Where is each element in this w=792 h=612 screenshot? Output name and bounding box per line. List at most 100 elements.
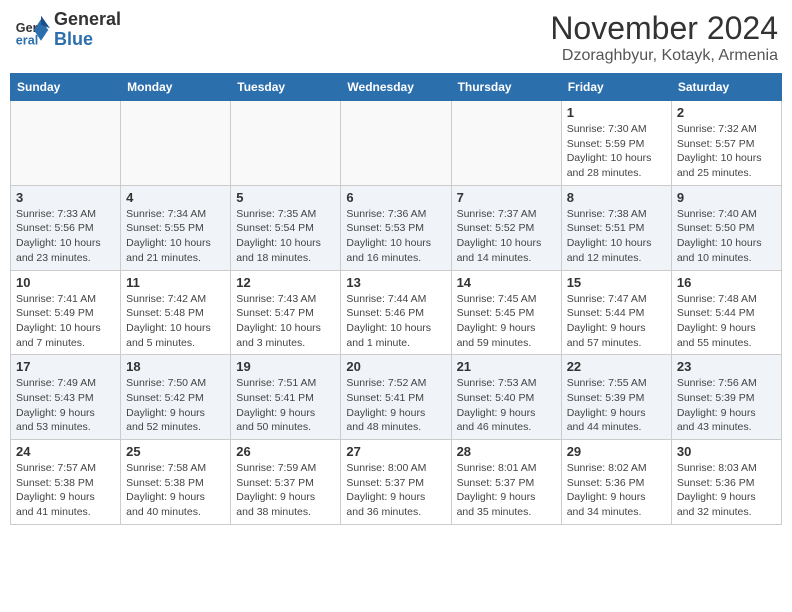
day-number: 5	[236, 190, 335, 205]
day-number: 21	[457, 359, 556, 374]
weekday-header-thursday: Thursday	[451, 74, 561, 101]
day-number: 3	[16, 190, 115, 205]
day-info: Sunrise: 7:33 AM Sunset: 5:56 PM Dayligh…	[16, 207, 115, 266]
logo-blue-text: Blue	[54, 29, 93, 49]
calendar-day-30: 30 Sunrise: 8:03 AM Sunset: 5:36 PM Dayli…	[671, 440, 781, 525]
calendar-day-23: 23 Sunrise: 7:56 AM Sunset: 5:39 PM Dayli…	[671, 355, 781, 440]
day-info: Sunrise: 7:37 AM Sunset: 5:52 PM Dayligh…	[457, 207, 556, 266]
day-info: Sunrise: 7:57 AM Sunset: 5:38 PM Dayligh…	[16, 461, 115, 520]
day-info: Sunrise: 7:36 AM Sunset: 5:53 PM Dayligh…	[346, 207, 445, 266]
calendar-day-3: 3 Sunrise: 7:33 AM Sunset: 5:56 PM Daylig…	[11, 185, 121, 270]
day-number: 23	[677, 359, 776, 374]
day-number: 14	[457, 275, 556, 290]
calendar-day-2: 2 Sunrise: 7:32 AM Sunset: 5:57 PM Daylig…	[671, 101, 781, 186]
calendar-day-empty	[451, 101, 561, 186]
calendar-week-row: 1 Sunrise: 7:30 AM Sunset: 5:59 PM Daylig…	[11, 101, 782, 186]
day-info: Sunrise: 7:52 AM Sunset: 5:41 PM Dayligh…	[346, 376, 445, 435]
day-number: 10	[16, 275, 115, 290]
day-info: Sunrise: 8:01 AM Sunset: 5:37 PM Dayligh…	[457, 461, 556, 520]
calendar-day-14: 14Sunrise: 7:45 AM Sunset: 5:45 PM Dayli…	[451, 270, 561, 355]
calendar-day-17: 17 Sunrise: 7:49 AM Sunset: 5:43 PM Dayli…	[11, 355, 121, 440]
day-info: Sunrise: 7:47 AM Sunset: 5:44 PM Dayligh…	[567, 292, 666, 351]
calendar-day-21: 21 Sunrise: 7:53 AM Sunset: 5:40 PM Dayli…	[451, 355, 561, 440]
day-number: 19	[236, 359, 335, 374]
page-header: Gen eral General Blue November 2024 Dzor…	[10, 10, 782, 65]
day-number: 12	[236, 275, 335, 290]
day-info: Sunrise: 7:56 AM Sunset: 5:39 PM Dayligh…	[677, 376, 776, 435]
calendar-day-1: 1 Sunrise: 7:30 AM Sunset: 5:59 PM Daylig…	[561, 101, 671, 186]
calendar-day-25: 25 Sunrise: 7:58 AM Sunset: 5:38 PM Dayli…	[121, 440, 231, 525]
svg-text:eral: eral	[16, 33, 38, 47]
day-number: 26	[236, 444, 335, 459]
calendar-day-10: 10 Sunrise: 7:41 AM Sunset: 5:49 PM Dayli…	[11, 270, 121, 355]
day-number: 20	[346, 359, 445, 374]
day-info: Sunrise: 7:48 AM Sunset: 5:44 PM Dayligh…	[677, 292, 776, 351]
day-info: Sunrise: 7:59 AM Sunset: 5:37 PM Dayligh…	[236, 461, 335, 520]
calendar-day-empty	[341, 101, 451, 186]
weekday-header-wednesday: Wednesday	[341, 74, 451, 101]
day-number: 16	[677, 275, 776, 290]
day-info: Sunrise: 7:35 AM Sunset: 5:54 PM Dayligh…	[236, 207, 335, 266]
calendar-week-row: 10 Sunrise: 7:41 AM Sunset: 5:49 PM Dayli…	[11, 270, 782, 355]
day-number: 2	[677, 105, 776, 120]
day-info: Sunrise: 7:34 AM Sunset: 5:55 PM Dayligh…	[126, 207, 225, 266]
day-number: 24	[16, 444, 115, 459]
calendar-day-19: 19 Sunrise: 7:51 AM Sunset: 5:41 PM Dayli…	[231, 355, 341, 440]
calendar-day-12: 12 Sunrise: 7:43 AM Sunset: 5:47 PM Dayli…	[231, 270, 341, 355]
calendar-day-empty	[121, 101, 231, 186]
day-info: Sunrise: 7:41 AM Sunset: 5:49 PM Dayligh…	[16, 292, 115, 351]
calendar-day-empty	[231, 101, 341, 186]
day-number: 1	[567, 105, 666, 120]
day-info: Sunrise: 7:53 AM Sunset: 5:40 PM Dayligh…	[457, 376, 556, 435]
day-info: Sunrise: 7:49 AM Sunset: 5:43 PM Dayligh…	[16, 376, 115, 435]
day-number: 29	[567, 444, 666, 459]
day-number: 8	[567, 190, 666, 205]
calendar-week-row: 3 Sunrise: 7:33 AM Sunset: 5:56 PM Daylig…	[11, 185, 782, 270]
day-number: 6	[346, 190, 445, 205]
day-info: Sunrise: 8:00 AM Sunset: 5:37 PM Dayligh…	[346, 461, 445, 520]
calendar-day-13: 13Sunrise: 7:44 AM Sunset: 5:46 PM Dayli…	[341, 270, 451, 355]
logo-general-text: General	[54, 9, 121, 29]
calendar-day-empty	[11, 101, 121, 186]
day-info: Sunrise: 7:30 AM Sunset: 5:59 PM Dayligh…	[567, 122, 666, 181]
calendar-day-26: 26 Sunrise: 7:59 AM Sunset: 5:37 PM Dayli…	[231, 440, 341, 525]
calendar-day-18: 18 Sunrise: 7:50 AM Sunset: 5:42 PM Dayli…	[121, 355, 231, 440]
logo-icon: Gen eral	[14, 12, 50, 48]
day-number: 30	[677, 444, 776, 459]
calendar-table: SundayMondayTuesdayWednesdayThursdayFrid…	[10, 73, 782, 525]
weekday-header-monday: Monday	[121, 74, 231, 101]
day-info: Sunrise: 7:40 AM Sunset: 5:50 PM Dayligh…	[677, 207, 776, 266]
calendar-day-28: 28Sunrise: 8:01 AM Sunset: 5:37 PM Dayli…	[451, 440, 561, 525]
day-info: Sunrise: 7:58 AM Sunset: 5:38 PM Dayligh…	[126, 461, 225, 520]
weekday-header-saturday: Saturday	[671, 74, 781, 101]
title-block: November 2024 Dzoraghbyur, Kotayk, Armen…	[550, 10, 778, 65]
calendar-day-24: 24 Sunrise: 7:57 AM Sunset: 5:38 PM Dayli…	[11, 440, 121, 525]
day-number: 27	[346, 444, 445, 459]
day-number: 15	[567, 275, 666, 290]
day-info: Sunrise: 8:02 AM Sunset: 5:36 PM Dayligh…	[567, 461, 666, 520]
day-info: Sunrise: 7:43 AM Sunset: 5:47 PM Dayligh…	[236, 292, 335, 351]
day-number: 22	[567, 359, 666, 374]
day-info: Sunrise: 7:42 AM Sunset: 5:48 PM Dayligh…	[126, 292, 225, 351]
day-number: 9	[677, 190, 776, 205]
calendar-day-11: 11Sunrise: 7:42 AM Sunset: 5:48 PM Dayli…	[121, 270, 231, 355]
day-info: Sunrise: 7:51 AM Sunset: 5:41 PM Dayligh…	[236, 376, 335, 435]
day-info: Sunrise: 7:50 AM Sunset: 5:42 PM Dayligh…	[126, 376, 225, 435]
day-number: 25	[126, 444, 225, 459]
calendar-week-row: 24 Sunrise: 7:57 AM Sunset: 5:38 PM Dayli…	[11, 440, 782, 525]
day-number: 7	[457, 190, 556, 205]
weekday-header-sunday: Sunday	[11, 74, 121, 101]
day-info: Sunrise: 8:03 AM Sunset: 5:36 PM Dayligh…	[677, 461, 776, 520]
weekday-header-row: SundayMondayTuesdayWednesdayThursdayFrid…	[11, 74, 782, 101]
day-number: 18	[126, 359, 225, 374]
day-number: 17	[16, 359, 115, 374]
calendar-day-22: 22Sunrise: 7:55 AM Sunset: 5:39 PM Dayli…	[561, 355, 671, 440]
day-info: Sunrise: 7:44 AM Sunset: 5:46 PM Dayligh…	[346, 292, 445, 351]
calendar-day-6: 6 Sunrise: 7:36 AM Sunset: 5:53 PM Daylig…	[341, 185, 451, 270]
day-info: Sunrise: 7:32 AM Sunset: 5:57 PM Dayligh…	[677, 122, 776, 181]
calendar-day-4: 4 Sunrise: 7:34 AM Sunset: 5:55 PM Daylig…	[121, 185, 231, 270]
calendar-day-8: 8Sunrise: 7:38 AM Sunset: 5:51 PM Daylig…	[561, 185, 671, 270]
calendar-day-7: 7 Sunrise: 7:37 AM Sunset: 5:52 PM Daylig…	[451, 185, 561, 270]
day-number: 4	[126, 190, 225, 205]
calendar-day-27: 27 Sunrise: 8:00 AM Sunset: 5:37 PM Dayli…	[341, 440, 451, 525]
